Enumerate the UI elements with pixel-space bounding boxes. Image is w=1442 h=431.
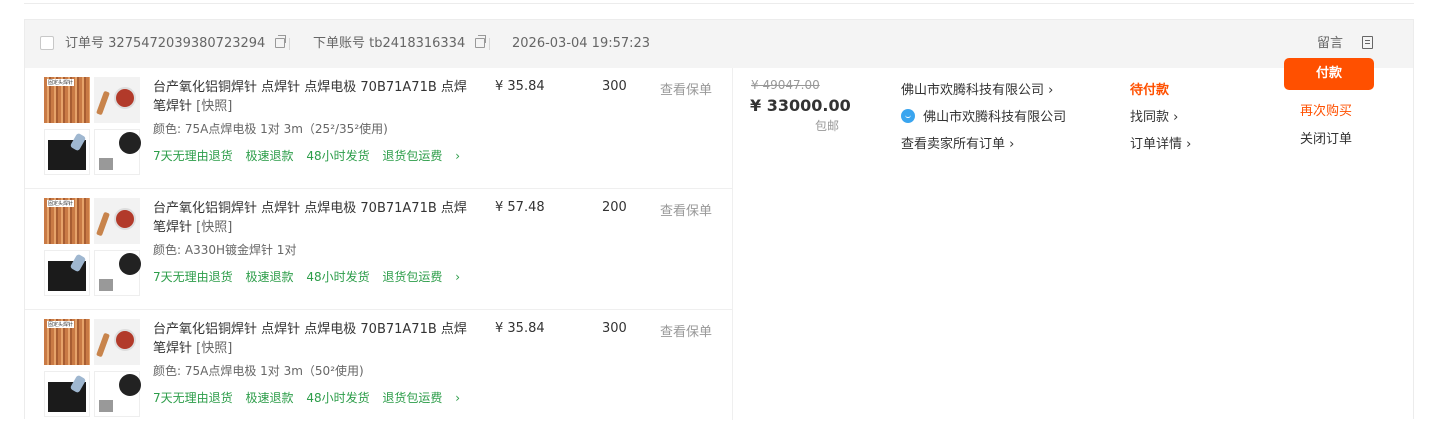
total-price: ¥ 33000.00 — [750, 96, 851, 115]
tag-return-shipping: 退货包运费 — [382, 391, 443, 405]
product-thumbnail[interactable]: 固定头焊针 — [44, 77, 142, 178]
column-divider — [732, 68, 733, 420]
snapshot-link[interactable]: [快照] — [196, 220, 232, 235]
wangwang-chat-icon[interactable] — [901, 109, 915, 123]
seller-all-orders-label[interactable]: 查看卖家所有订单 — [901, 137, 1005, 152]
chevron-right-icon: › — [455, 391, 461, 405]
unit-price: ¥ 57.48 — [495, 200, 545, 215]
shop-name-link[interactable]: 佛山市欢腾科技有限公司 › — [901, 79, 1053, 98]
buyer-account: 下单账号 tb2418316334 — [313, 20, 487, 68]
view-policy-link[interactable]: 查看保单 — [660, 321, 712, 340]
order-header: 订单号 3275472039380723294 下单账号 tb241831633… — [25, 20, 1413, 68]
order-status: 待付款 — [1130, 83, 1170, 98]
find-same-label[interactable]: 找同款 — [1130, 110, 1169, 125]
view-policy-link[interactable]: 查看保单 — [660, 200, 712, 219]
order-number: 订单号 3275472039380723294 — [65, 20, 287, 68]
previous-order-bottom-edge — [24, 0, 1414, 4]
chevron-right-icon: › — [1048, 83, 1054, 98]
unit-price: ¥ 35.84 — [495, 321, 545, 336]
order-card: 订单号 3275472039380723294 下单账号 tb241831633… — [24, 19, 1414, 420]
shipping-label: 包邮 — [815, 119, 840, 133]
tag-fast-refund: 极速退款 — [245, 149, 294, 163]
product-spec: 颜色: 75A点焊电极 1对 3m（25²/35²使用) — [153, 122, 388, 136]
order-time: 2026-03-04 19:57:23 — [512, 36, 651, 51]
view-policy-link[interactable]: 查看保单 — [660, 79, 712, 98]
order-item: 固定头焊针 台产氧化铝铜焊针 点焊针 点焊电极 70B71A71B 点焊笔焊针 … — [25, 310, 732, 431]
tag-48h-ship: 48小时发货 — [306, 270, 370, 284]
copy-icon[interactable] — [475, 35, 487, 48]
chevron-right-icon: › — [455, 270, 461, 284]
chevron-right-icon: › — [1186, 137, 1192, 152]
order-select-checkbox[interactable] — [40, 36, 54, 50]
original-price: ¥ 49047.00 — [751, 78, 820, 92]
contact-seller-name[interactable]: 佛山市欢腾科技有限公司 — [923, 110, 1066, 125]
close-order-link[interactable]: 关闭订单 — [1300, 128, 1352, 147]
contact-seller-link[interactable]: 佛山市欢腾科技有限公司 — [901, 106, 1066, 125]
product-title[interactable]: 台产氧化铝铜焊针 点焊针 点焊电极 70B71A71B 点焊笔焊针 [快照] — [153, 78, 473, 116]
quantity: 300 — [602, 321, 627, 336]
tag-no-reason-return: 7天无理由退货 — [153, 149, 233, 163]
unit-price: ¥ 35.84 — [495, 79, 545, 94]
shop-name[interactable]: 佛山市欢腾科技有限公司 — [901, 83, 1044, 98]
service-tags[interactable]: 7天无理由退货 极速退款 48小时发货 退货包运费 › — [153, 268, 460, 285]
tag-48h-ship: 48小时发货 — [306, 149, 370, 163]
order-detail-label[interactable]: 订单详情 — [1130, 137, 1182, 152]
quantity: 300 — [602, 79, 627, 94]
header-divider — [289, 38, 290, 50]
order-items: 固定头焊针 台产氧化铝铜焊针 点焊针 点焊电极 70B71A71B 点焊笔焊针 … — [25, 68, 732, 431]
order-number-label: 订单号 — [65, 36, 105, 51]
find-same-link[interactable]: 找同款 › — [1130, 106, 1178, 125]
product-title[interactable]: 台产氧化铝铜焊针 点焊针 点焊电极 70B71A71B 点焊笔焊针 [快照] — [153, 199, 473, 237]
order-number-value: 3275472039380723294 — [108, 36, 266, 51]
header-divider — [489, 38, 490, 50]
product-title[interactable]: 台产氧化铝铜焊针 点焊针 点焊电极 70B71A71B 点焊笔焊针 [快照] — [153, 320, 473, 358]
buyer-account-label: 下单账号 — [313, 36, 366, 51]
rebuy-link[interactable]: 再次购买 — [1300, 100, 1352, 119]
buyer-account-value: tb2418316334 — [369, 36, 466, 51]
chevron-right-icon: › — [1009, 137, 1015, 152]
tag-return-shipping: 退货包运费 — [382, 270, 443, 284]
tag-no-reason-return: 7天无理由退货 — [153, 391, 233, 405]
note-icon[interactable] — [1362, 36, 1373, 49]
order-detail-link[interactable]: 订单详情 › — [1130, 133, 1191, 152]
order-item: 固定头焊针 台产氧化铝铜焊针 点焊针 点焊电极 70B71A71B 点焊笔焊针 … — [25, 68, 732, 189]
product-spec: 颜色: A330H镀金焊针 1对 — [153, 243, 297, 257]
quantity: 200 — [602, 200, 627, 215]
product-thumbnail[interactable]: 固定头焊针 — [44, 319, 142, 420]
pay-button[interactable]: 付款 — [1284, 58, 1374, 90]
service-tags[interactable]: 7天无理由退货 极速退款 48小时发货 退货包运费 › — [153, 147, 460, 164]
chevron-right-icon: › — [1173, 110, 1179, 125]
tag-fast-refund: 极速退款 — [245, 270, 294, 284]
tag-return-shipping: 退货包运费 — [382, 149, 443, 163]
seller-all-orders-link[interactable]: 查看卖家所有订单 › — [901, 133, 1014, 152]
service-tags[interactable]: 7天无理由退货 极速退款 48小时发货 退货包运费 › — [153, 389, 460, 406]
snapshot-link[interactable]: [快照] — [196, 341, 232, 356]
order-item: 固定头焊针 台产氧化铝铜焊针 点焊针 点焊电极 70B71A71B 点焊笔焊针 … — [25, 189, 732, 310]
snapshot-link[interactable]: [快照] — [196, 99, 232, 114]
copy-icon[interactable] — [275, 35, 287, 48]
tag-48h-ship: 48小时发货 — [306, 391, 370, 405]
product-thumbnail[interactable]: 固定头焊针 — [44, 198, 142, 299]
product-spec: 颜色: 75A点焊电极 1对 3m（50²使用) — [153, 364, 364, 378]
tag-fast-refund: 极速退款 — [245, 391, 294, 405]
tag-no-reason-return: 7天无理由退货 — [153, 270, 233, 284]
chevron-right-icon: › — [455, 149, 461, 163]
